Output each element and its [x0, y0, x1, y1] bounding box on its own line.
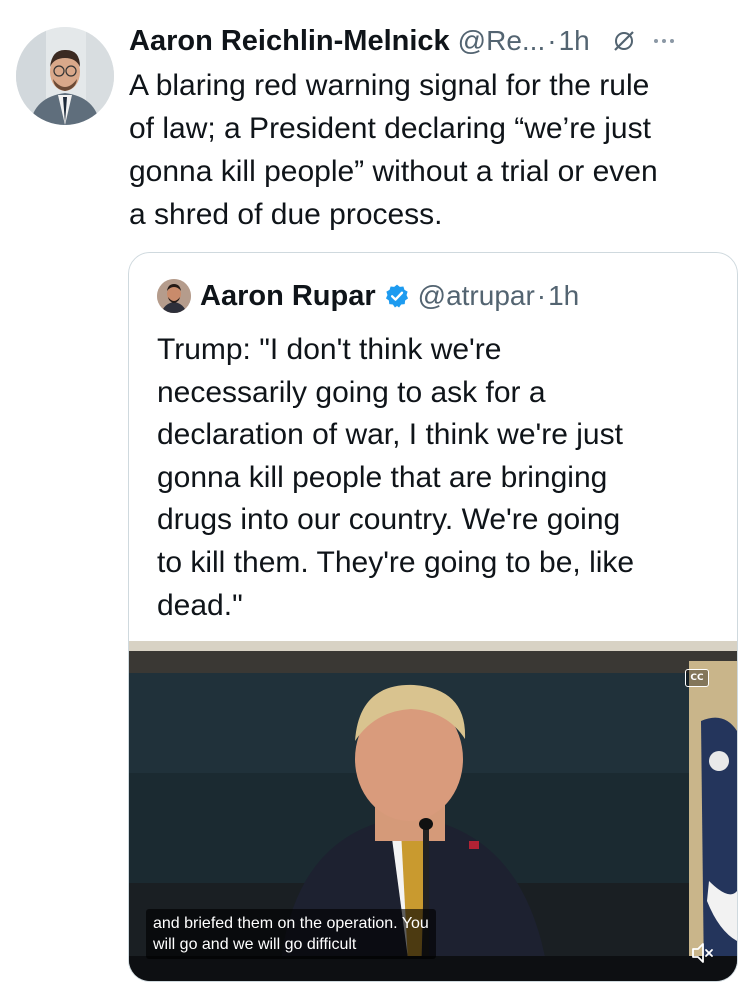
quoted-tweet-card[interactable]: Aaron Rupar @atrupar · 1h Trump: "I don'…: [128, 252, 738, 982]
video-player[interactable]: CC and briefed them on the operation. Yo…: [129, 641, 737, 981]
author-avatar[interactable]: [16, 27, 114, 125]
tweet-timestamp[interactable]: 1h: [559, 25, 590, 57]
grok-icon[interactable]: [612, 29, 636, 53]
quoted-tweet-header: Aaron Rupar @atrupar · 1h: [157, 279, 579, 313]
author-handle[interactable]: @Re...: [458, 25, 546, 57]
tweet-text: A blaring red warning signal for the rul…: [129, 69, 658, 231]
quoted-author-name[interactable]: Aaron Rupar: [200, 280, 376, 313]
video-caption: and briefed them on the operation. You w…: [146, 909, 436, 959]
quoted-separator-dot: ·: [536, 280, 547, 311]
quoted-author-handle[interactable]: @atrupar: [418, 280, 535, 312]
closed-captions-button[interactable]: CC: [685, 669, 709, 687]
quoted-tweet-text: Trump: "I don't think we're necessarily …: [157, 333, 635, 622]
separator-dot: ·: [547, 25, 557, 56]
tweet-header: Aaron Reichlin-Melnick @Re... · 1h: [129, 20, 739, 62]
quoted-author-avatar[interactable]: [157, 279, 191, 313]
author-name[interactable]: Aaron Reichlin-Melnick: [129, 25, 450, 58]
quoted-tweet-timestamp[interactable]: 1h: [548, 280, 579, 312]
more-icon[interactable]: [652, 36, 676, 46]
speaker-muted-icon[interactable]: [689, 941, 717, 965]
verified-badge-icon: [384, 283, 410, 309]
